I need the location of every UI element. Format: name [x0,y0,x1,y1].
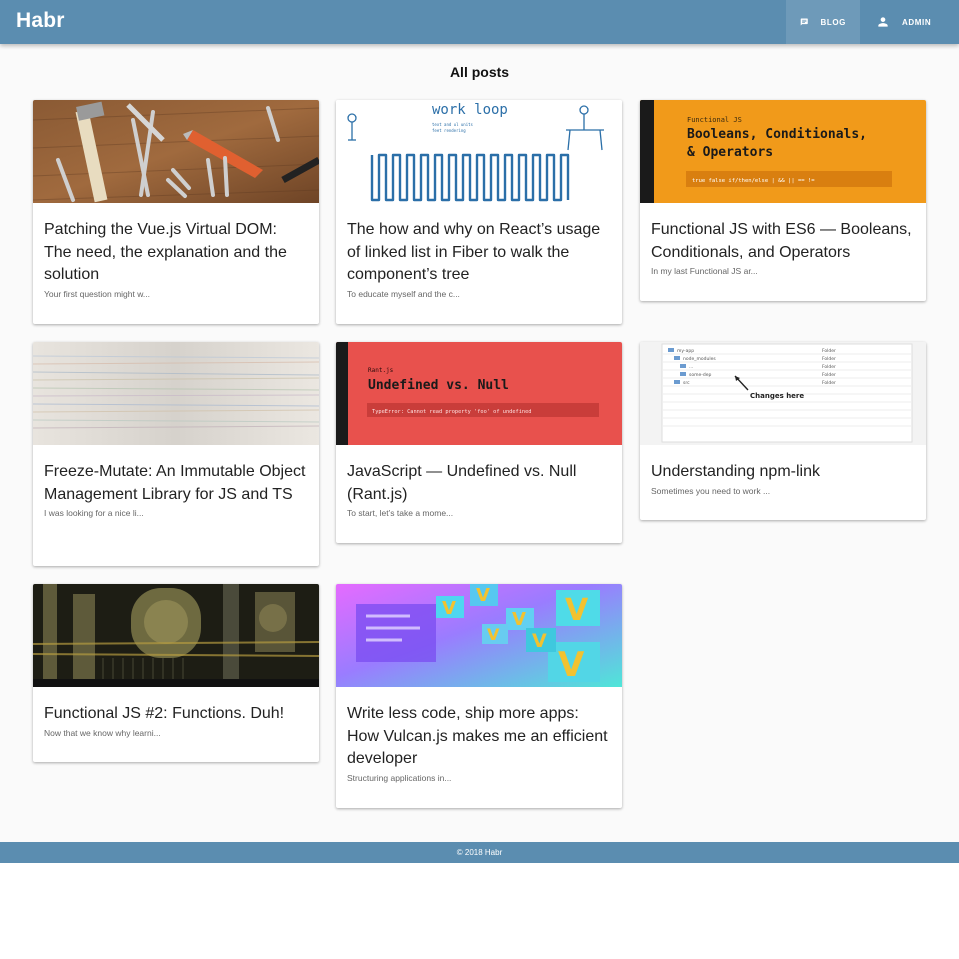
tree-row: node_modules [683,356,716,362]
blog-nav-label: BLOG [820,17,846,27]
admin-nav-label: ADMIN [902,17,932,27]
post-thumbnail: Rant.js Undefined vs. Null TypeError: Ca… [336,342,622,445]
post-thumbnail: work loop text and ul units feet renderi… [336,100,622,203]
thumb-heading: Booleans, Conditionals, [687,127,867,142]
svg-text:V: V [442,598,456,619]
post-excerpt: Structuring applications in... [347,772,452,783]
svg-text:Folder: Folder [822,348,836,354]
post-title[interactable]: Understanding npm-link [651,461,914,484]
thumb-heading: Undefined vs. Null [368,378,509,393]
chat-icon [800,18,808,26]
post-card[interactable]: work loop text and ul units feet renderi… [336,100,622,324]
svg-text:V: V [532,630,547,652]
thumb-label: Rant.js [368,367,394,374]
brand-logo[interactable]: Habr [16,9,65,33]
post-card[interactable]: Functional JS #2: Functions. Duh! Now th… [33,584,319,762]
post-card[interactable]: my-app node_modules ... some-dep src Fol… [640,342,926,520]
post-card[interactable]: V V V V V V V Write less code, ship more… [336,584,622,808]
svg-text:Folder: Folder [822,364,836,370]
post-thumbnail [33,100,319,203]
tree-row: some-dep [689,372,711,378]
page-title: All posts [449,64,510,80]
post-excerpt: Sometimes you need to work ... [651,485,771,496]
post-excerpt: Now that we know why learni... [44,727,161,738]
person-icon [878,17,888,27]
footer: © 2018 Habr [0,842,959,863]
thumb-annotation: Changes here [750,392,804,400]
app-bar: Habr BLOG ADMIN [0,0,959,44]
blog-nav-button[interactable]: BLOG [786,0,860,44]
svg-text:Folder: Folder [822,372,836,378]
post-title[interactable]: Functional JS #2: Functions. Duh! [44,703,307,726]
thumb-heading: work loop [432,102,508,118]
post-card[interactable]: Rant.js Undefined vs. Null TypeError: Ca… [336,342,622,543]
post-card[interactable]: Freeze-Mutate: An Immutable Object Manag… [33,342,319,566]
post-title[interactable]: Freeze-Mutate: An Immutable Object Manag… [44,461,307,506]
svg-text:V: V [476,585,490,606]
tree-row: ... [689,365,693,370]
post-card[interactable]: Patching the Vue.js Virtual DOM: The nee… [33,100,319,324]
thumb-code: true false if/then/else | && || == != [692,178,815,184]
svg-text:Folder: Folder [822,380,836,386]
post-title[interactable]: Write less code, ship more apps: How Vul… [347,703,610,771]
post-title[interactable]: Functional JS with ES6 — Booleans, Condi… [651,219,914,264]
svg-text:V: V [512,609,526,630]
post-card[interactable]: Functional JS Booleans, Conditionals, & … [640,100,926,301]
thumb-label: Functional JS [687,116,742,124]
main-content: All posts Patching the Vue.js Virtual DO… [0,44,959,842]
svg-text:V: V [558,645,585,685]
post-title[interactable]: Patching the Vue.js Virtual DOM: The nee… [44,219,307,287]
tree-row: my-app [677,349,694,354]
svg-text:V: V [565,593,589,628]
svg-text:V: V [487,625,500,644]
post-excerpt: To educate myself and the c... [347,288,460,299]
post-thumbnail: my-app node_modules ... some-dep src Fol… [640,342,926,445]
post-excerpt: Your first question might w... [44,288,150,299]
post-thumbnail: Functional JS Booleans, Conditionals, & … [640,100,926,203]
svg-text:text and ul units: text and ul units [432,122,474,127]
footer-copyright: © 2018 Habr [456,848,503,857]
post-thumbnail [33,584,319,687]
svg-text:feet rendering: feet rendering [432,128,466,133]
thumb-code: TypeError: Cannot read property 'foo' of… [372,409,531,415]
post-excerpt: To start, let’s take a mome... [347,508,454,518]
post-thumbnail [33,342,319,445]
post-excerpt: In my last Functional JS ar... [651,266,758,276]
post-thumbnail: V V V V V V V [336,584,622,687]
thumb-heading-2: & Operators [687,145,773,160]
post-excerpt: I was looking for a nice li... [44,508,144,518]
post-title[interactable]: The how and why on React’s usage of link… [347,219,610,287]
svg-text:Folder: Folder [822,356,836,362]
tree-row: src [683,380,690,386]
post-title[interactable]: JavaScript — Undefined vs. Null (Rant.js… [347,461,610,506]
admin-nav-button[interactable]: ADMIN [862,0,959,44]
